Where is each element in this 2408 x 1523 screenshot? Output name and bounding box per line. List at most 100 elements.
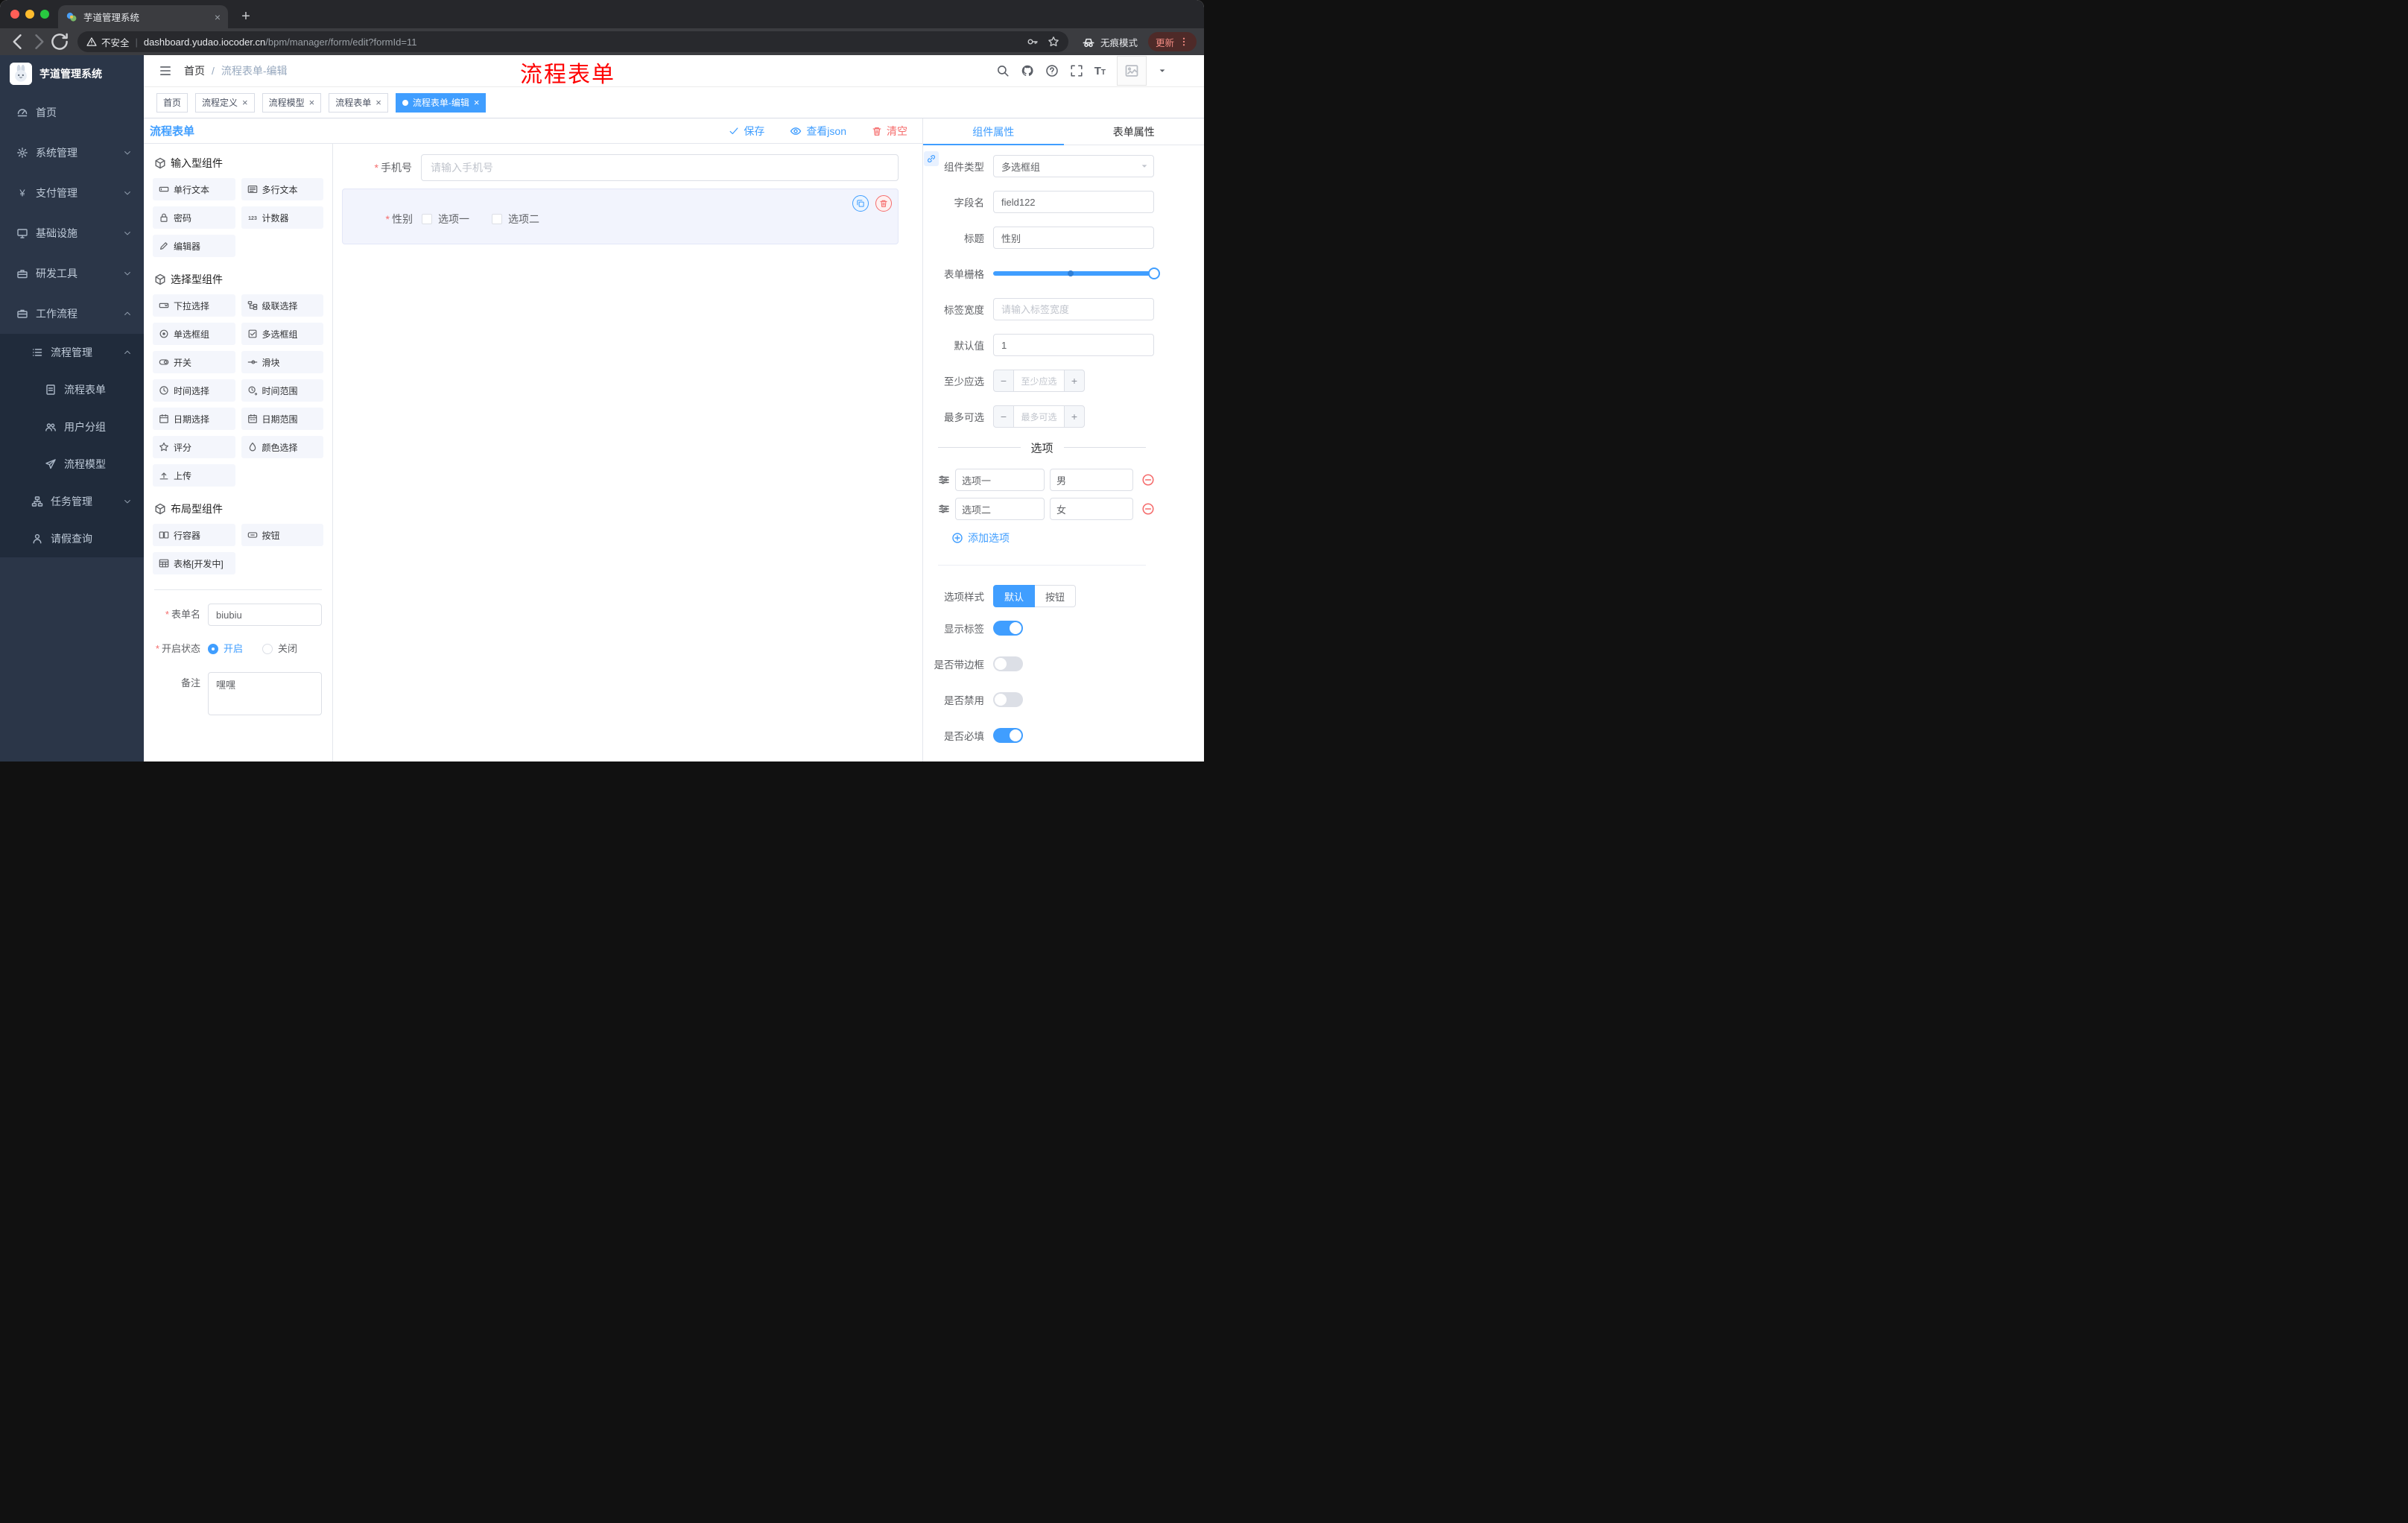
browser-menu-update-button[interactable]: 更新 [1147, 32, 1197, 51]
option-value-input[interactable] [1050, 469, 1133, 491]
tab-close-icon[interactable]: × [215, 12, 221, 22]
browser-tab[interactable]: 芋道管理系统 × [58, 5, 228, 28]
component-chip[interactable]: 日期范围 [241, 408, 323, 430]
github-icon[interactable] [1021, 64, 1034, 77]
avatar[interactable] [1117, 56, 1147, 86]
phone-input[interactable] [421, 154, 899, 181]
toggle-switch[interactable] [993, 656, 1023, 671]
status-radio-off[interactable]: 关闭 [262, 638, 297, 660]
minimize-window-button[interactable] [25, 10, 34, 19]
component-chip[interactable]: 下拉选择 [153, 294, 235, 317]
avatar-caret-down-icon[interactable] [1158, 66, 1167, 75]
component-type-select[interactable]: 多选框组 [993, 155, 1154, 177]
tags-view-tab[interactable]: 流程表单-编辑 × [395, 92, 487, 113]
component-chip[interactable]: 滑块 [241, 351, 323, 373]
sidebar-item[interactable]: 流程模型 [0, 446, 144, 483]
tab-component-props[interactable]: 组件属性 [923, 118, 1064, 145]
clear-button[interactable]: 清空 [872, 124, 907, 139]
close-window-button[interactable] [10, 10, 19, 19]
sidebar-item[interactable]: 流程管理 [0, 334, 144, 371]
option-label-input[interactable] [955, 498, 1045, 520]
reload-icon[interactable] [49, 31, 70, 52]
form-name-input[interactable] [208, 604, 322, 626]
component-chip[interactable]: 级联选择 [241, 294, 323, 317]
tags-view-tab[interactable]: 流程模型 × [262, 92, 322, 113]
add-option-button[interactable]: 添加选项 [951, 531, 1195, 545]
sidebar-item[interactable]: 流程表单 [0, 371, 144, 408]
component-chip[interactable]: 密码 [153, 206, 235, 229]
address-bar[interactable]: 不安全 | dashboard.yudao.iocoder.cn/bpm/man… [77, 31, 1068, 52]
tags-view-tab[interactable]: 首页 × [156, 92, 188, 113]
label-width-input[interactable] [993, 298, 1154, 320]
bookmark-star-icon[interactable] [1048, 36, 1059, 48]
sidebar-item[interactable]: 系统管理 [0, 133, 144, 173]
tab-form-props[interactable]: 表单属性 [1064, 118, 1205, 145]
increase-button[interactable]: + [1064, 370, 1085, 392]
slider-handle[interactable] [1148, 267, 1160, 279]
close-icon[interactable]: × [242, 98, 248, 107]
component-chip[interactable]: 123 计数器 [241, 206, 323, 229]
copy-field-button[interactable] [852, 195, 869, 212]
search-icon[interactable] [996, 64, 1010, 77]
component-chip[interactable]: 表格[开发中] [153, 552, 235, 574]
max-select-value[interactable]: 最多可选 [1014, 405, 1064, 428]
component-chip[interactable]: 多选框组 [241, 323, 323, 345]
decrease-button[interactable]: − [993, 370, 1014, 392]
back-icon[interactable] [7, 31, 28, 52]
component-chip[interactable]: 日期选择 [153, 408, 235, 430]
zoom-window-button[interactable] [40, 10, 49, 19]
remark-textarea[interactable]: 嘿嘿 [208, 672, 322, 715]
tags-view-tab[interactable]: 流程表单 × [329, 92, 388, 113]
component-chip[interactable]: 按钮 [241, 524, 323, 546]
sidebar-item[interactable]: 工作流程 [0, 294, 144, 334]
checkbox-option[interactable]: 选项二 [492, 212, 539, 227]
kebab-menu-icon[interactable] [1179, 37, 1189, 47]
view-json-button[interactable]: 查看json [790, 124, 846, 139]
fullscreen-icon[interactable] [1070, 64, 1083, 77]
close-icon[interactable]: × [309, 98, 315, 107]
forward-icon[interactable] [28, 31, 49, 52]
new-tab-button[interactable]: + [235, 6, 256, 27]
font-size-icon[interactable]: TT [1094, 65, 1106, 77]
component-chip[interactable]: 颜色选择 [241, 436, 323, 458]
checkbox-option[interactable]: 选项一 [422, 212, 469, 227]
remove-option-icon[interactable] [1141, 473, 1155, 487]
drag-handle-icon[interactable] [938, 503, 950, 515]
component-chip[interactable]: 行容器 [153, 524, 235, 546]
remove-option-icon[interactable] [1141, 502, 1155, 516]
component-chip[interactable]: 评分 [153, 436, 235, 458]
sidebar-item[interactable]: 首页 [0, 92, 144, 133]
sidebar-item[interactable]: 任务管理 [0, 483, 144, 520]
component-chip[interactable]: 单行文本 [153, 178, 235, 200]
close-icon[interactable]: × [474, 98, 480, 107]
default-value-input[interactable] [993, 334, 1154, 356]
sidebar-item[interactable]: ¥ 支付管理 [0, 173, 144, 213]
sidebar-item[interactable]: 基础设施 [0, 213, 144, 253]
key-icon[interactable] [1027, 36, 1039, 48]
sidebar-item[interactable]: 研发工具 [0, 253, 144, 294]
sidebar-logo[interactable]: 芋道管理系统 [0, 55, 144, 92]
component-chip[interactable]: 时间选择 [153, 379, 235, 402]
toggle-switch[interactable] [993, 728, 1023, 743]
security-chip[interactable]: 不安全 [86, 35, 130, 49]
menu-fold-icon[interactable] [159, 64, 172, 77]
field-gender-selected[interactable]: 性别 选项一 选项二 [342, 189, 899, 244]
grid-slider[interactable] [993, 267, 1160, 279]
field-phone[interactable]: 手机号 [342, 154, 899, 181]
status-radio-on[interactable]: 开启 [208, 638, 243, 660]
breadcrumb-home[interactable]: 首页 [184, 63, 205, 78]
link-icon[interactable] [924, 151, 939, 166]
option-value-input[interactable] [1050, 498, 1133, 520]
component-chip[interactable]: 开关 [153, 351, 235, 373]
sidebar-item[interactable]: 请假查询 [0, 520, 144, 557]
field-name-input[interactable] [993, 191, 1154, 213]
increase-button[interactable]: + [1064, 405, 1085, 428]
drag-handle-icon[interactable] [938, 474, 950, 486]
help-icon[interactable] [1045, 64, 1059, 77]
close-icon[interactable]: × [376, 98, 381, 107]
min-select-value[interactable]: 至少应选 [1014, 370, 1064, 392]
sidebar-item[interactable]: 用户分组 [0, 408, 144, 446]
decrease-button[interactable]: − [993, 405, 1014, 428]
title-input[interactable] [993, 227, 1154, 249]
style-button-button[interactable]: 按钮 [1035, 585, 1077, 607]
